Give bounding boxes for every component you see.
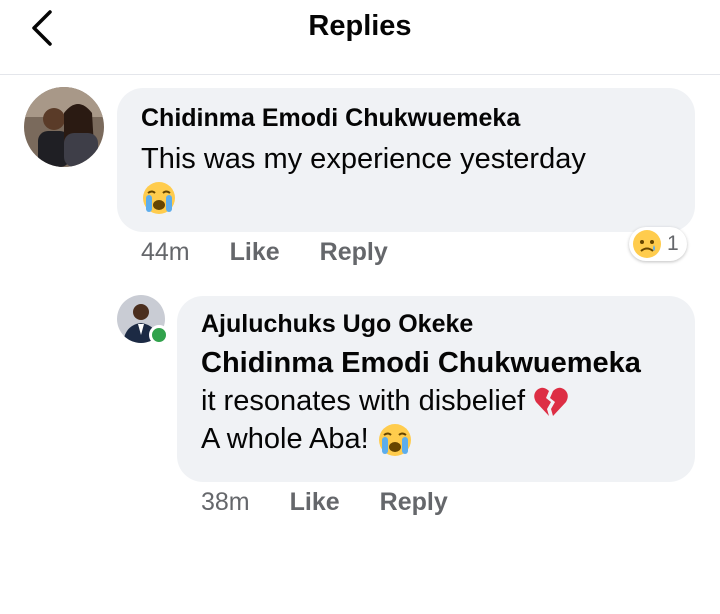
comment-text: A whole Aba! (201, 423, 369, 455)
comment-text-line: A whole Aba! (201, 420, 641, 458)
comment-actions: 44m Like Reply (141, 238, 428, 267)
page-title: Replies (308, 10, 412, 42)
sad-emoji-icon (633, 230, 661, 258)
crying-face-icon (378, 424, 411, 457)
reply-button[interactable]: Reply (320, 238, 388, 267)
online-status-indicator (149, 325, 169, 345)
reaction-count: 1 (667, 232, 679, 255)
avatar[interactable] (24, 87, 104, 167)
comment-text: This was my experience yesterday (141, 143, 586, 175)
mention-link[interactable]: Chidinma Emodi Chukwuemeka (201, 344, 641, 382)
reaction-badge[interactable]: 1 (629, 227, 687, 261)
comment-bubble[interactable]: Chidinma Emodi Chukwuemeka This was my e… (117, 88, 695, 232)
like-button[interactable]: Like (290, 488, 340, 517)
comment-text-line: it resonates with disbelief (201, 382, 641, 420)
comment-author[interactable]: Chidinma Emodi Chukwuemeka (141, 102, 586, 134)
profile-photo (24, 87, 104, 167)
comment-timestamp[interactable]: 44m (141, 238, 190, 267)
comment-text: it resonates with disbelief (201, 385, 525, 417)
comment-timestamp[interactable]: 38m (201, 488, 250, 517)
header-bar: Replies (0, 0, 720, 75)
like-button[interactable]: Like (230, 238, 280, 267)
broken-heart-icon (534, 388, 568, 417)
reply-button[interactable]: Reply (380, 488, 448, 517)
comment-author[interactable]: Ajuluchuks Ugo Okeke (201, 308, 641, 340)
crying-face-icon (143, 182, 175, 214)
comment-actions: 38m Like Reply (201, 488, 488, 517)
comment-bubble[interactable]: Ajuluchuks Ugo Okeke Chidinma Emodi Chuk… (177, 296, 695, 482)
